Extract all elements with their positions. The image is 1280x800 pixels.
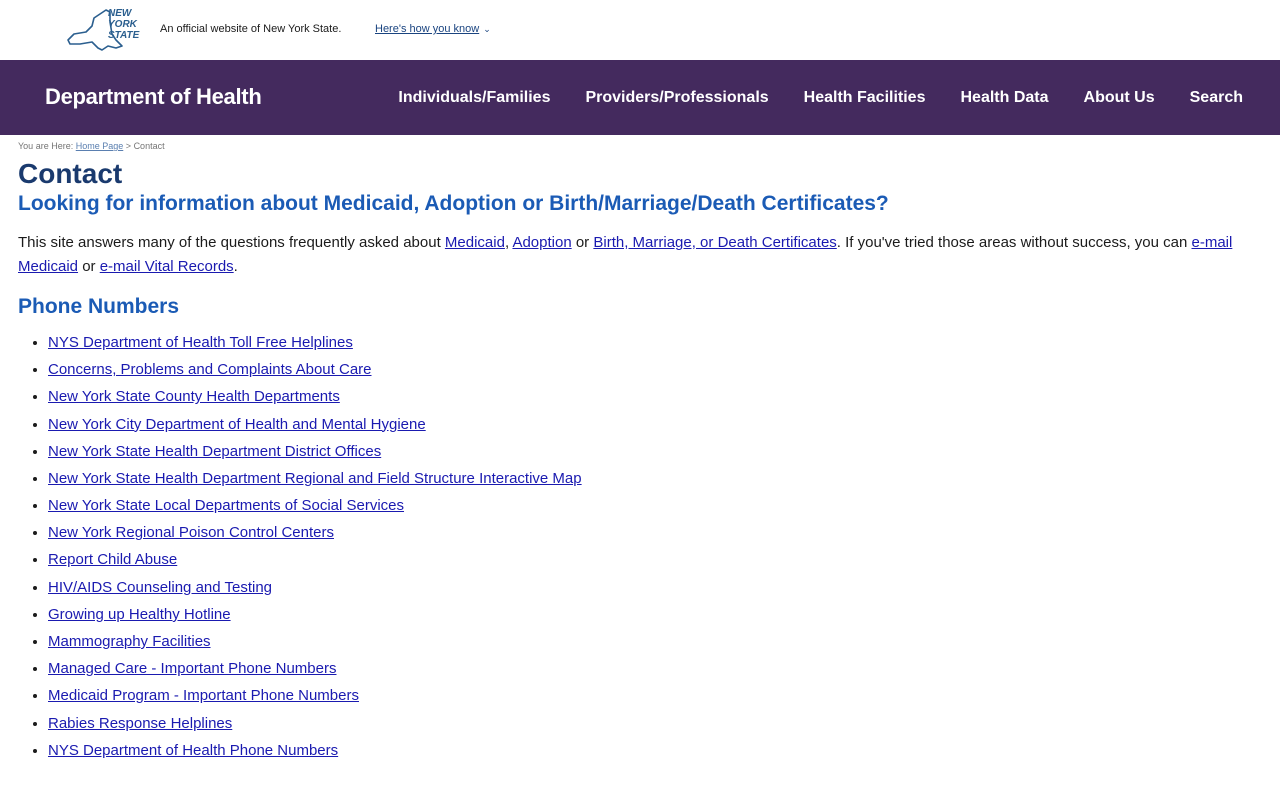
intro-paragraph: This site answers many of the questions … [18, 231, 1262, 279]
nav-search[interactable]: Search [1190, 89, 1243, 107]
nys-logo-wordmark: NEW YORK STATE [108, 8, 144, 41]
official-website-text: An official website of New York State. [160, 23, 342, 35]
adoption-link[interactable]: Adoption [512, 234, 571, 251]
logo-line-1: NEW [108, 8, 132, 19]
phone-link-report-child-abuse[interactable]: Report Child Abuse [48, 551, 177, 568]
list-item: New York Regional Poison Control Centers [48, 523, 1262, 550]
list-item: NYS Department of Health Phone Numbers [48, 741, 1262, 768]
info-heading: Looking for information about Medicaid, … [18, 191, 889, 215]
list-item: NYS Department of Health Toll Free Helpl… [48, 333, 1262, 360]
breadcrumb-separator: > [125, 141, 132, 151]
phone-links-list: NYS Department of Health Toll Free Helpl… [18, 333, 1262, 768]
intro-text-1: This site answers many of the questions … [18, 233, 445, 251]
phone-link-district-offices[interactable]: New York State Health Department Distric… [48, 443, 381, 460]
phone-link-nyc-dohmh[interactable]: New York City Department of Health and M… [48, 416, 426, 433]
nav-health-data[interactable]: Health Data [960, 89, 1048, 107]
chevron-down-icon: ⌄ [483, 24, 491, 34]
phone-numbers-heading: Phone Numbers [18, 294, 180, 318]
logo-line-2: YORK [108, 19, 137, 30]
list-item: Rabies Response Helplines [48, 714, 1262, 741]
phone-link-poison-control[interactable]: New York Regional Poison Control Centers [48, 524, 334, 541]
phone-link-regional-map[interactable]: New York State Health Department Regiona… [48, 470, 582, 487]
nav-providers-professionals[interactable]: Providers/Professionals [585, 89, 768, 107]
intro-text-6: . [233, 257, 238, 275]
breadcrumb-home-link[interactable]: Home Page [76, 141, 124, 151]
list-item: New York State Health Department Regiona… [48, 469, 1262, 496]
list-item: HIV/AIDS Counseling and Testing [48, 578, 1262, 605]
site-header: Department of Health Individuals/Familie… [0, 60, 1280, 135]
intro-text-4: . If you've tried those areas without su… [836, 233, 1192, 251]
list-item: Concerns, Problems and Complaints About … [48, 360, 1262, 387]
intro-text-3: or [571, 233, 594, 251]
site-title-link[interactable]: Department of Health [45, 84, 262, 110]
phone-link-mammography[interactable]: Mammography Facilities [48, 633, 211, 650]
phone-link-toll-free-helplines[interactable]: NYS Department of Health Toll Free Helpl… [48, 334, 353, 351]
phone-link-rabies[interactable]: Rabies Response Helplines [48, 715, 232, 732]
nys-logo[interactable]: NEW YORK STATE [64, 6, 144, 54]
phone-link-hiv-aids-testing[interactable]: HIV/AIDS Counseling and Testing [48, 579, 272, 596]
list-item: Managed Care - Important Phone Numbers [48, 659, 1262, 686]
nav-health-facilities[interactable]: Health Facilities [804, 89, 926, 107]
phone-link-social-services[interactable]: New York State Local Departments of Soci… [48, 497, 404, 514]
certificates-link[interactable]: Birth, Marriage, or Death Certificates [593, 234, 836, 251]
heres-how-you-know-link[interactable]: Here's how you know ⌄ [375, 23, 491, 35]
breadcrumb-current: Contact [133, 141, 165, 151]
nav-about-us[interactable]: About Us [1084, 89, 1155, 107]
phone-link-medicaid-program[interactable]: Medicaid Program - Important Phone Numbe… [48, 687, 359, 704]
phone-link-doh-phone-numbers[interactable]: NYS Department of Health Phone Numbers [48, 742, 338, 759]
email-vital-records-link[interactable]: e-mail Vital Records [100, 258, 234, 275]
main-content: You are Here: Home Page > Contact Contac… [0, 141, 1280, 768]
list-item: Report Child Abuse [48, 550, 1262, 577]
list-item: New York State Local Departments of Soci… [48, 496, 1262, 523]
phone-link-managed-care[interactable]: Managed Care - Important Phone Numbers [48, 660, 336, 677]
nav-individuals-families[interactable]: Individuals/Families [398, 89, 550, 107]
official-banner: NEW YORK STATE An official website of Ne… [0, 0, 1280, 60]
breadcrumb: You are Here: Home Page > Contact [18, 141, 1262, 151]
list-item: New York State County Health Departments [48, 387, 1262, 414]
main-nav: Individuals/Families Providers/Professio… [398, 60, 1243, 135]
list-item: Medicaid Program - Important Phone Numbe… [48, 686, 1262, 713]
list-item: Growing up Healthy Hotline [48, 605, 1262, 632]
heres-how-you-know-label: Here's how you know [375, 23, 480, 35]
phone-link-complaints-about-care[interactable]: Concerns, Problems and Complaints About … [48, 361, 372, 378]
logo-line-3: STATE [108, 30, 140, 41]
list-item: New York City Department of Health and M… [48, 415, 1262, 442]
phone-link-county-health-departments[interactable]: New York State County Health Departments [48, 388, 340, 405]
page-title: Contact [18, 158, 123, 189]
breadcrumb-prefix: You are Here: [18, 141, 74, 151]
list-item: New York State Health Department Distric… [48, 442, 1262, 469]
phone-link-growing-up-healthy[interactable]: Growing up Healthy Hotline [48, 606, 231, 623]
medicaid-link[interactable]: Medicaid [445, 234, 505, 251]
intro-text-5: or [78, 257, 100, 275]
list-item: Mammography Facilities [48, 632, 1262, 659]
